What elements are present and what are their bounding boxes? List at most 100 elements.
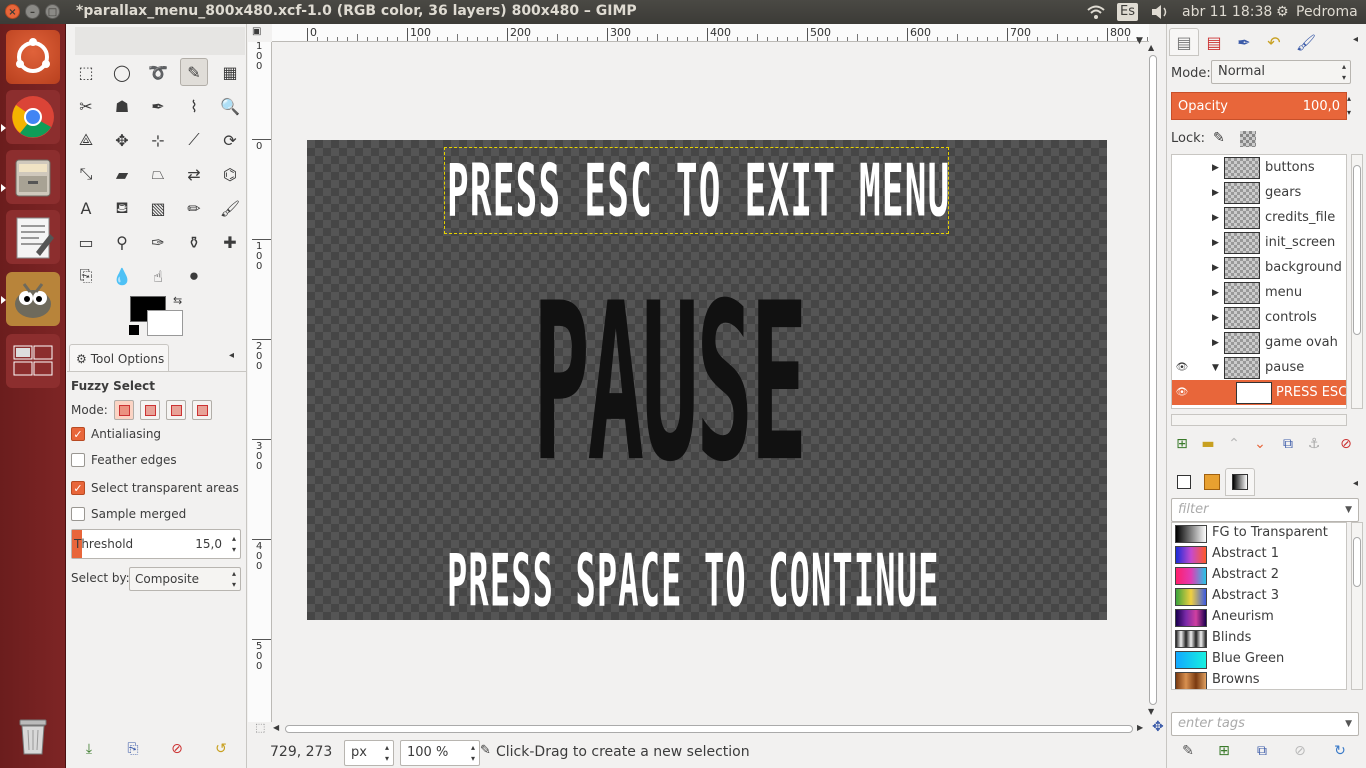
volume-icon[interactable] — [1150, 0, 1170, 24]
eraser-icon[interactable]: ▭ — [72, 228, 100, 256]
expander-closed-icon[interactable]: ▶ — [1212, 313, 1219, 323]
delete-options-icon[interactable]: ⊘ — [166, 738, 188, 760]
vertical-scrollbar[interactable]: ▲ ▼ — [1146, 43, 1160, 723]
scale-icon[interactable]: ⤡ — [72, 160, 100, 188]
gimp-icon[interactable] — [6, 272, 60, 326]
keyboard-layout-indicator[interactable]: Es — [1117, 3, 1138, 21]
gradients-scrollbar[interactable] — [1351, 522, 1363, 690]
measure-icon[interactable]: ⟁ — [72, 126, 100, 154]
mode-subtract-button[interactable] — [165, 400, 186, 420]
delete-gradient-icon[interactable]: ⊘ — [1289, 740, 1311, 762]
flip-icon[interactable]: ⇄ — [180, 160, 208, 188]
antialiasing-checkbox[interactable]: ✓ Antialiasing — [71, 427, 161, 441]
lower-layer-icon[interactable]: ⌄ — [1249, 433, 1271, 455]
threshold-spin-icon[interactable]: ▴ ▾ — [232, 533, 236, 555]
gradient-row[interactable]: Browns — [1172, 670, 1346, 689]
heal-icon[interactable]: ✚ — [216, 228, 244, 256]
tab-menu-icon[interactable]: ◂ — [229, 350, 234, 361]
duplicate-layer-icon[interactable]: ⧉ — [1277, 433, 1299, 455]
chevron-down-icon[interactable]: ▼ — [1345, 499, 1352, 521]
scroll-up-icon[interactable]: ▲ — [1148, 43, 1154, 52]
feather-edges-checkbox[interactable]: Feather edges — [71, 453, 177, 467]
rect-select-icon[interactable]: ⬚ — [72, 58, 100, 86]
layer-row[interactable]: ▶ menu — [1172, 280, 1346, 305]
tool-options-tab[interactable]: ⚙ Tool Options — [69, 344, 169, 372]
ellipse-select-icon[interactable]: ◯ — [108, 58, 136, 86]
files-icon[interactable] — [6, 150, 60, 204]
select-by-color-icon[interactable]: ▦ — [216, 58, 244, 86]
lock-pixels-icon[interactable]: ✎ — [1213, 130, 1225, 146]
opacity-slider[interactable]: Opacity 100,0 — [1171, 92, 1347, 120]
expander-closed-icon[interactable]: ▶ — [1212, 338, 1219, 348]
select-by-dropdown[interactable]: Composite ▴ ▾ — [129, 567, 241, 591]
gradients-list[interactable]: FG to Transparent Abstract 1 Abstract 2 Abs… — [1171, 522, 1347, 690]
pencil-icon[interactable]: ✏ — [180, 194, 208, 222]
gradient-row[interactable]: Abstract 3 — [1172, 586, 1346, 607]
expander-closed-icon[interactable]: ▶ — [1212, 188, 1219, 198]
gradient-row[interactable]: Blue Green — [1172, 649, 1346, 670]
maximize-window-button[interactable]: □ — [45, 4, 60, 19]
layers-scrollbar[interactable] — [1351, 154, 1363, 409]
scroll-right-icon[interactable]: ▶ — [1137, 723, 1143, 732]
scroll-left-icon[interactable]: ◀ — [273, 723, 279, 732]
lock-alpha-icon[interactable] — [1240, 131, 1256, 147]
layers-hscrollbar[interactable] — [1171, 414, 1347, 426]
expander-closed-icon[interactable]: ▶ — [1212, 288, 1219, 298]
expander-open-icon[interactable]: ▼ — [1212, 363, 1219, 373]
sample-merged-checkbox[interactable]: Sample merged — [71, 507, 186, 521]
layer-row[interactable]: ▶ controls — [1172, 305, 1346, 330]
new-gradient-icon[interactable]: ⊞ — [1213, 740, 1235, 762]
workspace-switcher-icon[interactable] — [6, 334, 60, 388]
foreground-select-icon[interactable]: ☗ — [108, 92, 136, 120]
expander-closed-icon[interactable]: ▶ — [1212, 163, 1219, 173]
gradients-scroll-thumb[interactable] — [1353, 537, 1361, 587]
raise-layer-icon[interactable]: ⌃ — [1223, 433, 1245, 455]
airbrush-icon[interactable]: ⚲ — [108, 228, 136, 256]
zoom-icon[interactable]: 🔍 — [216, 92, 244, 120]
restore-options-icon[interactable]: ⎘ — [122, 738, 144, 760]
layer-row[interactable]: ▶ game ovah — [1172, 330, 1346, 355]
tab-menu-icon[interactable]: ◂ — [1353, 34, 1358, 45]
paintbrush-icon[interactable]: 🖌 — [216, 194, 244, 222]
user-name[interactable]: Pedroma — [1296, 0, 1358, 24]
close-window-button[interactable]: × — [5, 4, 20, 19]
perspective-clone-icon[interactable]: ⎘ — [72, 262, 100, 290]
free-select-icon[interactable]: ➰ — [144, 58, 172, 86]
text-editor-icon[interactable] — [6, 210, 60, 264]
edit-gradient-icon[interactable]: ✎ — [1177, 740, 1199, 762]
threshold-slider[interactable]: Threshold 15,0 ▴ ▾ — [71, 529, 241, 559]
blend-icon[interactable]: ▧ — [144, 194, 172, 222]
expander-closed-icon[interactable]: ▶ — [1212, 263, 1219, 273]
shear-icon[interactable]: ▰ — [108, 160, 136, 188]
layer-row[interactable]: ▶ background — [1172, 255, 1346, 280]
move-icon[interactable]: ✥ — [108, 126, 136, 154]
tab-foreground-bg[interactable] — [1169, 468, 1199, 496]
new-layer-group-icon[interactable]: ▬ — [1197, 433, 1219, 455]
layer-row[interactable]: 👁 PRESS ESC T — [1172, 380, 1346, 405]
wifi-icon[interactable] — [1086, 0, 1106, 24]
mode-replace-button[interactable] — [113, 400, 134, 420]
smudge-icon[interactable]: ☝ — [144, 262, 172, 290]
dodge-burn-icon[interactable]: ⚫ — [180, 262, 208, 290]
rotate-icon[interactable]: ⟳ — [216, 126, 244, 154]
canvas-viewport[interactable]: PRESS ESC TO EXIT MENU PAUSE PRESS SPACE… — [273, 43, 1149, 722]
select-transparent-checkbox[interactable]: ✓ Select transparent areas — [71, 481, 239, 495]
quick-mask-icon[interactable]: ⬚ — [255, 721, 265, 734]
new-layer-icon[interactable]: ⊞ — [1171, 433, 1193, 455]
trash-icon[interactable] — [6, 708, 60, 762]
refresh-gradients-icon[interactable]: ↻ — [1329, 740, 1351, 762]
fuzzy-select-icon[interactable]: ✎ — [180, 58, 208, 86]
align-icon[interactable]: ⊹ — [144, 126, 172, 154]
gradient-row[interactable]: Aneurism — [1172, 607, 1346, 628]
paths-icon[interactable]: ✒ — [144, 92, 172, 120]
text-icon[interactable]: A — [72, 194, 100, 222]
delete-layer-icon[interactable]: ⊘ — [1335, 433, 1357, 455]
ink-icon[interactable]: ✑ — [144, 228, 172, 256]
perspective-icon[interactable]: ⏢ — [144, 160, 172, 188]
tab-brushes[interactable]: 🖌 — [1291, 28, 1321, 56]
tab-paths[interactable]: ✒ — [1229, 28, 1259, 56]
opacity-spin-icon[interactable]: ▴ ▾ — [1347, 92, 1359, 120]
gradient-row[interactable]: Blinds — [1172, 628, 1346, 649]
tab-channels[interactable]: ▤ — [1199, 28, 1229, 56]
anchor-layer-icon[interactable]: ⚓ — [1303, 433, 1325, 455]
